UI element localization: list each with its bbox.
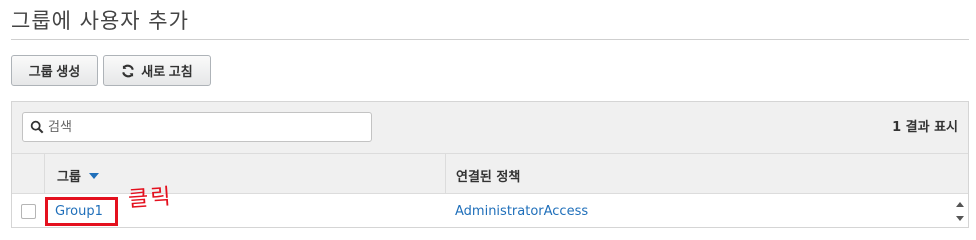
search-box[interactable]	[22, 112, 372, 142]
column-divider	[44, 154, 45, 193]
sort-descending-icon[interactable]	[88, 172, 99, 179]
column-divider	[445, 154, 446, 193]
search-icon	[30, 120, 44, 134]
table-toolbar: 1 결과 표시	[12, 102, 968, 154]
column-header-policy[interactable]: 연결된 정책	[456, 166, 520, 185]
column-header-policy-label: 연결된 정책	[456, 170, 521, 185]
click-highlight-box	[45, 197, 118, 226]
refresh-button[interactable]: 새로 고침	[103, 55, 211, 86]
page-title: 그룹에 사용자 추가	[11, 9, 189, 33]
create-group-button[interactable]: 그룹 생성	[11, 55, 98, 86]
column-header-group-label: 그룹	[57, 170, 81, 185]
search-input[interactable]	[48, 119, 358, 135]
row-checkbox[interactable]	[21, 204, 36, 219]
title-divider	[11, 39, 969, 40]
policy-link[interactable]: AdministratorAccess	[455, 204, 588, 219]
refresh-icon	[122, 64, 135, 77]
refresh-button-label: 새로 고침	[141, 64, 193, 79]
click-annotation: 클릭	[127, 184, 174, 213]
result-count: 1 결과 표시	[892, 120, 958, 135]
scroll-up-arrow-icon[interactable]	[956, 202, 964, 207]
scrollbar[interactable]	[952, 194, 968, 229]
scroll-down-arrow-icon[interactable]	[956, 216, 964, 221]
column-header-group[interactable]: 그룹	[57, 166, 99, 185]
